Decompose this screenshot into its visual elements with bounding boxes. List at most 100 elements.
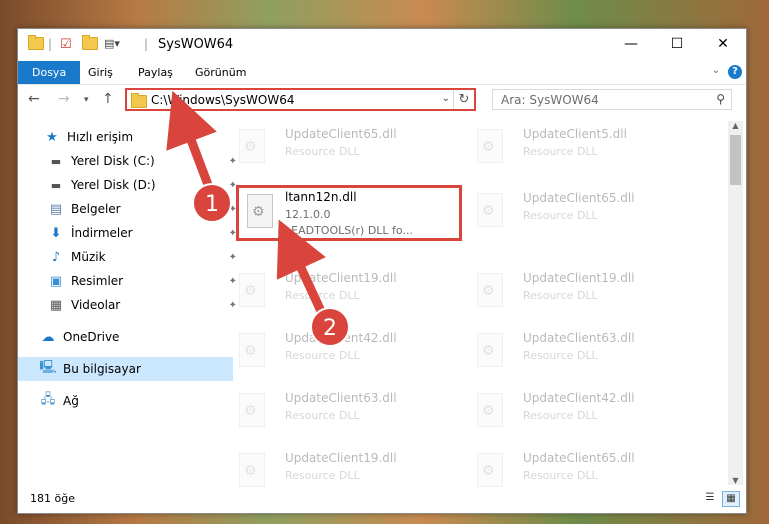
customize-toolbar-icon[interactable]: ▤▾	[104, 37, 120, 50]
chevron-down-icon[interactable]: ⌄	[442, 93, 450, 104]
file-type: Resource DLL	[523, 289, 598, 302]
sidebar-item-label: Yerel Disk (D:)	[71, 178, 156, 192]
sidebar-item-label: OneDrive	[63, 330, 120, 344]
scroll-up-icon[interactable]: ▲	[728, 121, 743, 130]
documents-icon: ▤	[49, 201, 63, 217]
sidebar-item-disk-c[interactable]: ▬ Yerel Disk (C:) ✦	[18, 149, 241, 173]
ribbon-tabs: Dosya Giriş Paylaş Görünüm ⌄ ?	[18, 61, 746, 85]
sidebar-item-downloads[interactable]: ⬇ İndirmeler ✦	[18, 221, 241, 245]
file-name: UpdateClient65.dll	[523, 191, 635, 205]
up-arrow-icon[interactable]: ↑	[102, 91, 114, 107]
new-folder-icon[interactable]	[82, 35, 98, 50]
drive-icon: ▬	[50, 154, 62, 168]
sidebar-item-onedrive[interactable]: ☁ OneDrive	[18, 325, 233, 349]
dll-file-icon	[239, 273, 265, 307]
sidebar-item-label: Bu bilgisayar	[63, 362, 141, 376]
dll-file-icon	[239, 393, 265, 427]
sidebar-item-documents[interactable]: ▤ Belgeler ✦	[18, 197, 241, 221]
file-item[interactable]: UpdateClient19.dll Resource DLL	[455, 265, 675, 313]
sidebar-item-label: Videolar	[71, 298, 121, 312]
sidebar-item-pictures[interactable]: ▣ Resimler ✦	[18, 269, 241, 293]
file-item[interactable]: UpdateClient63.dll Resource DLL	[455, 325, 675, 373]
address-path: C:\Windows\SysWOW64	[151, 93, 295, 107]
forward-arrow-icon[interactable]: →	[58, 91, 70, 107]
tiles-view-icon[interactable]: ▦	[722, 491, 740, 507]
file-item[interactable]: UpdateClient5.dll Resource DLL	[455, 121, 675, 169]
file-item[interactable]: UpdateClient63.dll Resource DLL	[217, 385, 437, 433]
file-type: Resource DLL	[523, 409, 598, 422]
file-list: UpdateClient65.dll Resource DLL ltann12n…	[217, 121, 727, 489]
dll-file-icon	[239, 333, 265, 367]
minimize-button[interactable]: —	[608, 29, 654, 59]
file-description: LEADTOOLS(r) DLL fo...	[285, 224, 413, 237]
properties-icon[interactable]: ☑	[60, 37, 72, 52]
file-item-highlighted[interactable]: ltann12n.dll 12.1.0.0 LEADTOOLS(r) DLL f…	[236, 185, 462, 241]
sidebar-item-disk-d[interactable]: ▬ Yerel Disk (D:) ✦	[18, 173, 241, 197]
folder-icon	[131, 93, 147, 108]
dll-file-icon	[477, 193, 503, 227]
scrollbar-thumb[interactable]	[730, 135, 741, 185]
collapse-ribbon-icon[interactable]: ⌄	[712, 65, 720, 76]
file-name: UpdateClient65.dll	[285, 127, 397, 141]
scroll-down-icon[interactable]: ▼	[728, 476, 743, 485]
tab-paylas[interactable]: Paylaş	[138, 61, 173, 84]
music-icon: ♪	[51, 249, 61, 265]
sidebar-item-label: Müzik	[71, 250, 106, 264]
file-type: Resource DLL	[285, 145, 360, 158]
help-icon[interactable]: ?	[728, 65, 742, 79]
address-bar[interactable]: C:\Windows\SysWOW64 ⌄ ↻	[125, 88, 476, 111]
file-type: Resource DLL	[285, 409, 360, 422]
folder-icon	[28, 35, 44, 50]
file-item[interactable]: UpdateClient65.dll Resource DLL	[455, 445, 675, 489]
file-name: UpdateClient65.dll	[523, 451, 635, 465]
dll-file-icon	[477, 453, 503, 487]
details-view-icon[interactable]: ☰	[702, 491, 718, 505]
close-button[interactable]: ✕	[700, 29, 746, 59]
search-icon: ⚲	[716, 92, 725, 106]
sidebar-item-quick-access[interactable]: ★ Hızlı erişim	[18, 125, 237, 149]
file-item[interactable]: UpdateClient19.dll Resource DLL	[217, 265, 437, 313]
maximize-button[interactable]: ☐	[654, 29, 700, 59]
sidebar-item-this-pc[interactable]: 🖳 Bu bilgisayar	[18, 357, 233, 381]
file-item[interactable]: UpdateClient42.dll Resource DLL	[455, 385, 675, 433]
file-name: UpdateClient5.dll	[523, 127, 627, 141]
tab-gorunum[interactable]: Görünüm	[195, 61, 246, 84]
file-item[interactable]: UpdateClient65.dll Resource DLL	[455, 185, 675, 233]
sidebar-item-music[interactable]: ♪ Müzik ✦	[18, 245, 241, 269]
back-arrow-icon[interactable]: ←	[28, 91, 40, 107]
tab-giris[interactable]: Giriş	[88, 61, 113, 84]
status-bar: 181 öğe ☰ ▦	[18, 487, 746, 511]
dll-file-icon	[239, 129, 265, 163]
star-icon: ★	[46, 129, 58, 145]
explorer-window: | ☑ ▤▾ | SysWOW64 — ☐ ✕ Dosya Giriş Payl…	[17, 28, 747, 514]
file-name: UpdateClient19.dll	[523, 271, 635, 285]
file-item[interactable]: UpdateClient19.dll Resource DLL	[217, 445, 437, 489]
drive-icon: ▬	[50, 178, 62, 192]
search-input[interactable]: Ara: SysWOW64 ⚲	[492, 89, 732, 110]
file-type: Resource DLL	[285, 349, 360, 362]
file-type: Resource DLL	[285, 289, 360, 302]
item-count: 181 öğe	[30, 492, 75, 505]
network-icon: 🖧	[40, 392, 56, 407]
sidebar-item-label: Ağ	[63, 394, 79, 408]
file-type: Resource DLL	[523, 145, 598, 158]
file-name: UpdateClient42.dll	[523, 391, 635, 405]
cloud-icon: ☁	[41, 329, 55, 345]
downloads-icon: ⬇	[50, 225, 62, 241]
videos-icon: ▦	[49, 297, 63, 313]
tab-dosya[interactable]: Dosya	[18, 61, 81, 84]
title-bar: | ☑ ▤▾ | SysWOW64 — ☐ ✕	[18, 29, 746, 61]
file-item[interactable]: UpdateClient65.dll Resource DLL	[217, 121, 437, 169]
dll-file-icon	[477, 393, 503, 427]
refresh-icon[interactable]: ↻	[453, 90, 474, 109]
vertical-scrollbar[interactable]: ▲ ▼	[728, 121, 743, 485]
dll-file-icon	[247, 194, 273, 228]
sidebar-item-label: Belgeler	[71, 202, 121, 216]
file-version: 12.1.0.0	[285, 208, 331, 221]
file-item[interactable]: UpdateClient42.dll Resource DLL	[217, 325, 437, 373]
sidebar-item-label: İndirmeler	[71, 226, 133, 240]
sidebar-item-network[interactable]: 🖧 Ağ	[18, 389, 233, 413]
sidebar-item-videos[interactable]: ▦ Videolar ✦	[18, 293, 241, 317]
file-type: Resource DLL	[285, 469, 360, 482]
recent-locations-icon[interactable]: ▾	[84, 95, 89, 105]
